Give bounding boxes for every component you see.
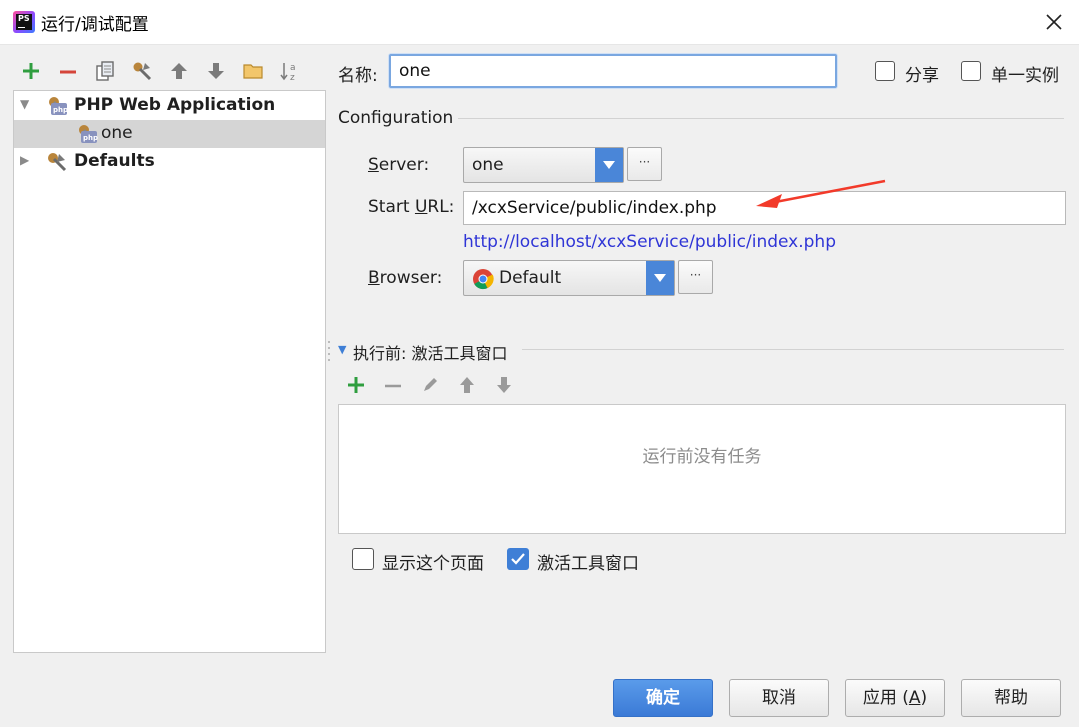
configuration-tree[interactable]: ▼ php PHP Web Application php one ▶ Defa… [13,90,326,653]
cancel-button[interactable]: 取消 [729,679,829,717]
browser-select[interactable]: Default [463,260,675,296]
window-title: 运行/调试配置 [41,15,149,35]
title-bar [0,0,1079,45]
svg-text:php: php [53,106,68,114]
move-up-icon[interactable] [166,58,192,84]
server-more-button[interactable]: ··· [627,147,662,181]
svg-text:a: a [290,63,296,73]
browser-value: Default [499,268,562,288]
move-up-icon[interactable] [455,373,479,397]
tree-item-php-web-application[interactable]: ▼ php PHP Web Application [14,92,325,120]
expanded-arrow-icon[interactable]: ▼ [20,97,29,111]
splitter-grip[interactable] [327,339,331,363]
svg-text:php: php [83,134,98,142]
share-checkbox[interactable] [875,61,895,81]
single-instance-label: 单一实例 [991,66,1059,86]
configuration-title: Configuration [338,108,454,128]
php-icon: php [79,125,98,143]
ok-button[interactable]: 确定 [613,679,713,717]
section-divider [522,349,1064,350]
name-field[interactable] [389,54,837,88]
svg-text:z: z [290,73,295,82]
server-value: one [472,155,504,175]
show-page-label: 显示这个页面 [382,554,484,574]
remove-icon[interactable] [381,373,405,397]
apply-button[interactable]: 应用 (A) [845,679,945,717]
copy-icon[interactable] [92,58,118,84]
activate-tool-window-label: 激活工具窗口 [537,554,639,574]
edit-icon[interactable] [418,373,442,397]
checkmark-icon [511,553,525,565]
collapse-triangle-icon[interactable]: ▼ [338,343,346,356]
empty-tasks-text: 运行前没有任务 [642,447,762,467]
chevron-down-icon[interactable] [595,148,623,182]
defaults-wrench-icon [48,153,67,172]
section-divider [458,118,1064,119]
annotation-arrow [756,179,886,208]
move-down-icon[interactable] [203,58,229,84]
tree-item-defaults[interactable]: ▶ Defaults [14,148,325,176]
add-icon[interactable] [344,373,368,397]
remove-icon[interactable] [55,58,81,84]
chevron-down-icon[interactable] [646,261,674,295]
server-select[interactable]: one [463,147,624,183]
tree-item-one[interactable]: php one [14,120,325,148]
chrome-icon [473,269,494,290]
move-down-icon[interactable] [492,373,516,397]
add-icon[interactable] [18,58,44,84]
server-label: Server: [368,155,430,175]
name-input[interactable] [391,56,835,86]
show-page-checkbox[interactable] [352,548,374,570]
phpstorm-app-icon: PS [13,11,35,33]
tree-label: PHP Web Application [74,95,276,115]
tree-label: one [101,123,133,143]
collapsed-arrow-icon[interactable]: ▶ [20,153,29,167]
browser-label: Browser: [368,268,443,288]
tree-label: Defaults [74,151,155,171]
name-label: 名称: [338,66,378,86]
start-url-label: Start URL: [368,197,455,217]
folder-icon[interactable] [240,58,266,84]
before-launch-title: 执行前: 激活工具窗口 [353,344,508,363]
help-button[interactable]: 帮助 [961,679,1061,717]
activate-tool-window-checkbox[interactable] [507,548,529,570]
browser-more-button[interactable]: ··· [678,260,713,294]
close-icon[interactable] [1040,8,1068,36]
single-instance-checkbox[interactable] [961,61,981,81]
before-launch-task-list[interactable]: 运行前没有任务 [338,404,1066,534]
resolved-url-link[interactable]: http://localhost/xcxService/public/index… [463,232,836,252]
sort-icon[interactable]: az [277,58,303,84]
share-label: 分享 [905,66,939,86]
edit-defaults-icon[interactable] [129,58,155,84]
php-icon: php [49,97,68,115]
